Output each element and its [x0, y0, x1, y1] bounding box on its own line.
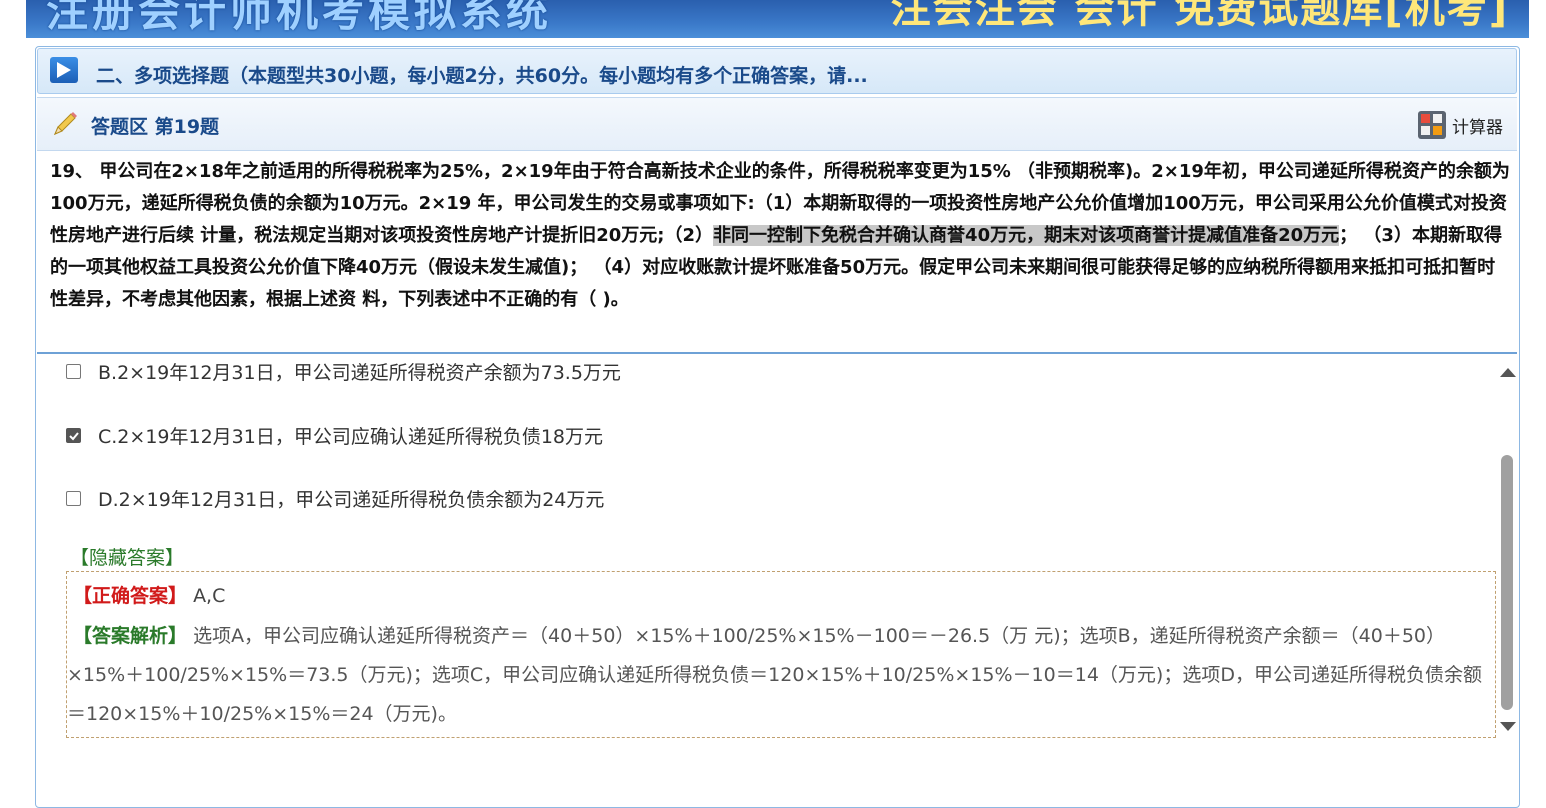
correct-answer-line: 【正确答案】 A,C — [73, 577, 225, 616]
section-title: 二、多项选择题（本题型共30小题，每小题2分，共60分。每小题均有多个正确答案，… — [96, 65, 868, 87]
scrollbar-thumb[interactable] — [1501, 455, 1513, 710]
play-icon[interactable] — [50, 57, 78, 83]
answer-area-header: 答题区 第19题 计算器 — [37, 97, 1517, 151]
option-d-label: D.2×19年12月31日，甲公司递延所得税负债余额为24万元 — [98, 489, 605, 511]
option-b[interactable]: B.2×19年12月31日，甲公司递延所得税资产余额为73.5万元 — [66, 358, 621, 385]
analysis-tag: 【答案解析】 — [73, 625, 188, 647]
scroll-up-icon[interactable] — [1500, 368, 1516, 377]
option-c-checkbox[interactable] — [66, 428, 81, 443]
option-c-label: C.2×19年12月31日，甲公司应确认递延所得税负债18万元 — [98, 426, 604, 448]
correct-answer-tag: 【正确答案】 — [73, 585, 188, 607]
question-divider — [37, 352, 1517, 354]
option-b-checkbox[interactable] — [66, 364, 81, 379]
pencil-icon — [54, 112, 77, 135]
option-d-checkbox[interactable] — [66, 491, 81, 506]
hide-answer-link[interactable]: 【隐藏答案】 — [70, 543, 184, 570]
banner-subtitle: 注会注会 会计 免费试题库[机考] — [890, 0, 1509, 32]
option-c[interactable]: C.2×19年12月31日，甲公司应确认递延所得税负债18万元 — [66, 422, 603, 449]
answer-box: 【正确答案】 A,C 【答案解析】 选项A，甲公司应确认递延所得税资产＝（40＋… — [66, 571, 1496, 738]
answer-area-title: 答题区 第19题 — [91, 116, 220, 138]
calculator-button[interactable]: 计算器 — [1418, 110, 1503, 140]
top-banner: 注册会计师机考模拟系统 注会注会 会计 免费试题库[机考] — [26, 0, 1529, 38]
option-d[interactable]: D.2×19年12月31日，甲公司递延所得税负债余额为24万元 — [66, 485, 604, 512]
scrollbar[interactable] — [1499, 360, 1517, 740]
correct-answer-value: A,C — [193, 585, 226, 607]
question-text: 19、 甲公司在2×18年之前适用的所得税税率为25%，2×19年由于符合高新技… — [50, 156, 1512, 316]
calculator-label: 计算器 — [1452, 117, 1503, 138]
banner-title: 注册会计师机考模拟系统 — [46, 0, 553, 36]
scroll-down-icon[interactable] — [1500, 722, 1516, 731]
option-b-label: B.2×19年12月31日，甲公司递延所得税资产余额为73.5万元 — [98, 362, 621, 384]
answer-analysis: 【答案解析】 选项A，甲公司应确认递延所得税资产＝（40＋50）×15%＋100… — [67, 617, 1491, 734]
section-header: 二、多项选择题（本题型共30小题，每小题2分，共60分。每小题均有多个正确答案，… — [37, 48, 1517, 94]
analysis-text: 选项A，甲公司应确认递延所得税资产＝（40＋50）×15%＋100/25%×15… — [67, 625, 1482, 725]
question-highlight: 非同一控制下免税合并确认商誉40万元，期末对该项商誉计提减值准备20万元 — [713, 225, 1340, 246]
calculator-icon — [1418, 111, 1446, 139]
